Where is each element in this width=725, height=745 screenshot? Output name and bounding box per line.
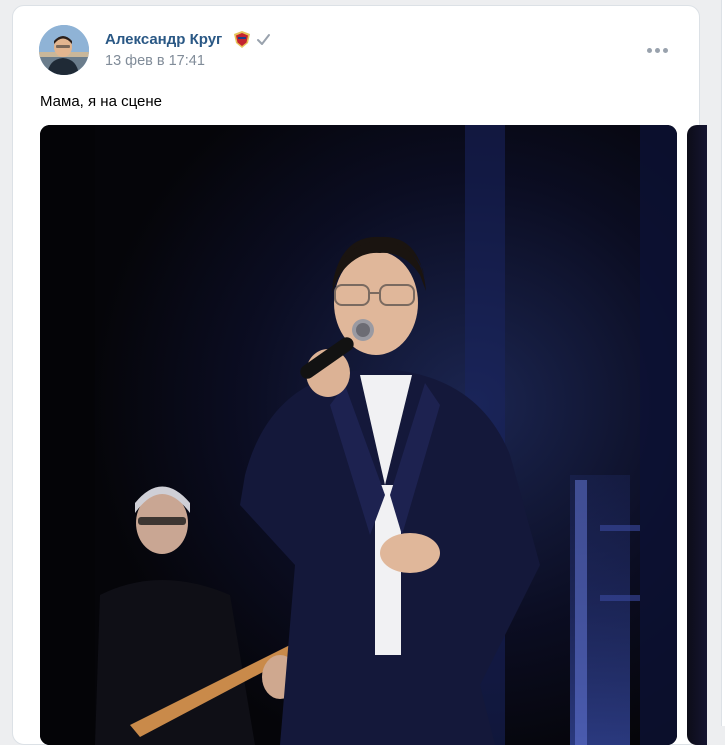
- post-card: Александр Круг 13 фев в 17:41 Мама, я на…: [12, 5, 707, 745]
- next-photo-preview[interactable]: [687, 125, 707, 745]
- avatar[interactable]: [39, 25, 89, 75]
- post-text: Мама, я на сцене: [40, 93, 162, 110]
- post-timestamp-link[interactable]: 13 фев в 17:41: [105, 53, 205, 69]
- more-dots-icon: [647, 48, 652, 53]
- team-emblem-icon[interactable]: [234, 31, 250, 48]
- neighbor-card-edge: [721, 0, 725, 726]
- concert-photo: [40, 125, 677, 745]
- avatar-image: [39, 25, 89, 75]
- neighbor-column-edge: [711, 0, 725, 726]
- post-photo[interactable]: [40, 125, 677, 745]
- checkmark-icon: [256, 32, 271, 47]
- more-options-button[interactable]: [647, 42, 673, 60]
- more-dots-icon: [655, 48, 660, 53]
- more-dots-icon: [663, 48, 668, 53]
- author-name-link[interactable]: Александр Круг: [105, 31, 222, 48]
